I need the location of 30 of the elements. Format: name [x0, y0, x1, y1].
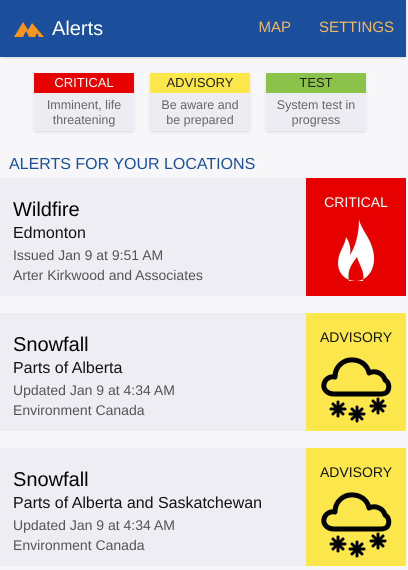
alert-card[interactable]: Wildfire Edmonton Issued Jan 9 at 9:51 AM Arter Kirkwood and Associates CRITICAL — [0, 178, 406, 296]
severity-description: System test in progress — [266, 93, 366, 131]
flame-icon — [337, 219, 375, 281]
severity-badge-text: CRITICAL — [324, 193, 388, 212]
alert-title: Snowfall — [13, 333, 90, 357]
alert-source: Arter Kirkwood and Associates — [13, 266, 204, 285]
severity-badge-text: ADVISORY — [320, 328, 392, 347]
severity-label: TEST — [266, 73, 366, 93]
alert-time: Updated Jan 9 at 4:34 AM — [13, 516, 176, 535]
alert-card[interactable]: Snowfall Parts of Alberta Updated Jan 9 at 4:34 AM Environment Canada ADVISORY — [0, 313, 406, 431]
severity-badge-text: ADVISORY — [320, 463, 392, 482]
severity-description: Imminent, life threatening — [34, 93, 134, 131]
alert-title: Snowfall — [13, 468, 90, 492]
tent-logo-icon — [14, 20, 44, 36]
alert-time: Updated Jan 9 at 4:34 AM — [13, 381, 176, 400]
severity-label: CRITICAL — [34, 73, 134, 93]
alert-card[interactable]: Snowfall Parts of Alberta and Saskatchewan Updated Jan 9 at 4:34 AM Environment Canada ADVISORY — [0, 448, 406, 566]
section-heading: ALERTS FOR YOUR LOCATIONS — [9, 155, 256, 175]
app-bar-action[interactable]: MAP — [258, 17, 291, 40]
severity-description: Be aware and be prepared — [150, 93, 250, 131]
severity-label: ADVISORY — [150, 73, 250, 93]
alert-source: Environment Canada — [13, 401, 146, 420]
app-bar-action[interactable]: SETTINGS — [318, 17, 394, 40]
alert-location: Parts of Alberta and Saskatchewan — [13, 494, 264, 514]
alert-time: Issued Jan 9 at 9:51 AM — [13, 246, 164, 265]
alert-title: Wildfire — [13, 198, 81, 222]
alert-location: Edmonton — [13, 224, 87, 244]
alert-source: Environment Canada — [13, 536, 146, 555]
app-title: Alerts — [52, 16, 104, 42]
alert-location: Parts of Alberta — [13, 359, 124, 379]
